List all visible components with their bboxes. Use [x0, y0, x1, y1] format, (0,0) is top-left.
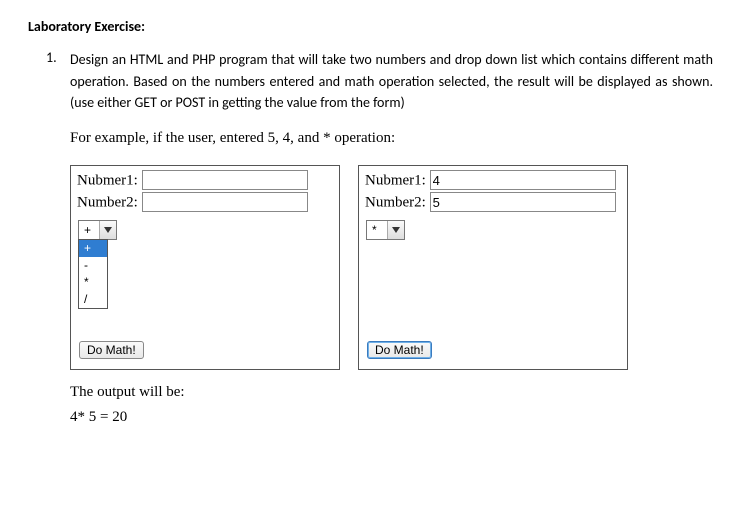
- operation-select[interactable]: *: [366, 220, 405, 240]
- chevron-down-icon: [388, 221, 404, 239]
- output-expression: 4* 5 = 20: [70, 409, 713, 426]
- operation-option[interactable]: *: [79, 274, 107, 291]
- number2-label: Number2:: [77, 195, 138, 211]
- output-label: The output will be:: [70, 384, 713, 401]
- form-panel-right: Nubmer1: Number2: * Do Math: [358, 165, 628, 370]
- form-panel-left: Nubmer1: Number2: + +: [70, 165, 340, 370]
- number1-input[interactable]: [142, 170, 308, 190]
- example-panels: Nubmer1: Number2: + +: [70, 165, 713, 370]
- number1-input[interactable]: [430, 170, 616, 190]
- chevron-down-icon: [100, 221, 116, 239]
- operation-selected-value: *: [367, 221, 388, 239]
- operation-option[interactable]: /: [79, 291, 107, 308]
- number2-input[interactable]: [142, 192, 308, 212]
- example-intro: For example, if the user, entered 5, 4, …: [70, 130, 713, 147]
- operation-option[interactable]: +: [79, 240, 107, 257]
- do-math-button[interactable]: Do Math!: [79, 341, 144, 359]
- do-math-button[interactable]: Do Math!: [367, 341, 432, 359]
- section-heading: Laboratory Exercise:: [28, 18, 713, 35]
- list-number: 1.: [46, 49, 70, 426]
- operation-dropdown-list: + - * /: [78, 239, 108, 309]
- number2-input[interactable]: [430, 192, 616, 212]
- operation-select[interactable]: +: [78, 220, 117, 240]
- operation-option[interactable]: -: [79, 257, 107, 274]
- exercise-description: Design an HTML and PHP program that will…: [70, 49, 713, 114]
- number1-label: Nubmer1:: [77, 173, 138, 189]
- number1-label: Nubmer1:: [365, 173, 426, 189]
- number2-label: Number2:: [365, 195, 426, 211]
- operation-selected-value: +: [79, 221, 100, 239]
